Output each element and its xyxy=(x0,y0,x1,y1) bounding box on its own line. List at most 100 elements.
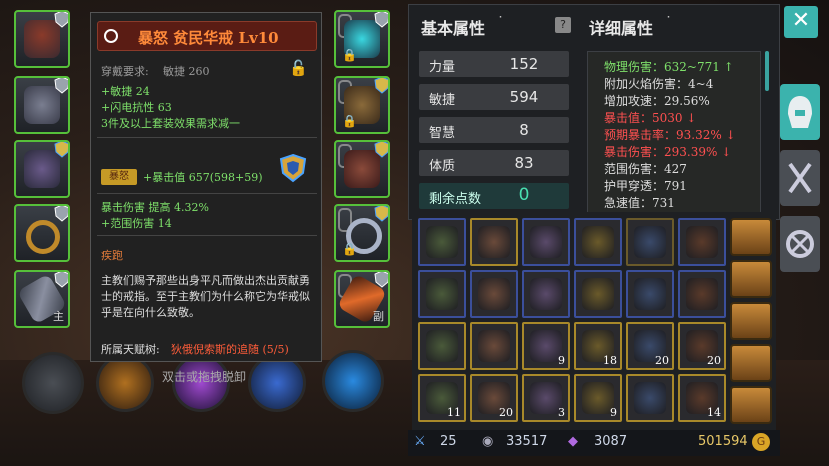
item-count: 9 xyxy=(558,354,565,367)
detail-stat-line: 增加攻速：29.56% xyxy=(604,94,710,108)
detail-scrollbar[interactable] xyxy=(765,51,769,91)
unequip-hint: 双击或拖拽脱卸 xyxy=(162,370,247,384)
inventory-slot[interactable] xyxy=(470,270,518,318)
quality-shield-icon xyxy=(54,12,68,28)
item-count: 9 xyxy=(610,406,617,419)
close-button[interactable]: ✕ xyxy=(784,6,818,38)
inventory-slot[interactable]: 3 xyxy=(522,374,570,422)
tab-skills[interactable] xyxy=(780,216,820,272)
tab-weapons[interactable] xyxy=(780,150,820,206)
bag-chest-5[interactable] xyxy=(730,386,772,424)
tooltip-header: 暴怒 贫民华戒 Lv10 xyxy=(97,21,317,51)
helmet-icon xyxy=(788,96,812,128)
divider xyxy=(97,235,317,236)
inventory-slot[interactable] xyxy=(574,270,622,318)
inventory-slot[interactable] xyxy=(626,374,674,422)
inventory-item-icon xyxy=(634,382,666,414)
inventory-item-icon xyxy=(426,330,458,362)
stat-row-remaining-points: 剩余点数 0 xyxy=(419,183,569,209)
inventory-slot[interactable] xyxy=(626,218,674,266)
detail-stats-list: 物理伤害：632~771 ↑ 附加火焰伤害：4~4 增加攻速：29.56% 暴击值：5… xyxy=(587,51,761,213)
equip-slot-ring[interactable] xyxy=(14,204,70,262)
equip-slot-ring-2[interactable]: 🔒 xyxy=(334,204,390,262)
bag-chest-2[interactable] xyxy=(730,260,772,298)
item-name: 暴怒 贫民华戒 Lv10 xyxy=(138,29,279,47)
inventory-slot[interactable] xyxy=(522,270,570,318)
bonus-line: 3件及以上套装效果需求减一 xyxy=(101,117,240,130)
item-count: 20 xyxy=(499,406,513,419)
inventory-slot[interactable]: 11 xyxy=(418,374,466,422)
skill-name: 疾跑 xyxy=(101,249,123,262)
inventory-grid: 9 18 20 20 11 20 3 9 14 xyxy=(412,212,776,430)
inventory-item-icon xyxy=(426,226,458,258)
quality-shield-icon xyxy=(54,272,68,288)
inventory-slot[interactable]: 9 xyxy=(574,374,622,422)
inventory-slot[interactable] xyxy=(626,270,674,318)
tab-equipment[interactable] xyxy=(780,84,820,140)
stat-value: 83 xyxy=(514,154,534,172)
unlock-icon[interactable]: 🔓 xyxy=(289,59,308,77)
inventory-slot[interactable]: 18 xyxy=(574,322,622,370)
skill-slot-3[interactable] xyxy=(248,354,306,412)
quality-shield-icon xyxy=(374,142,388,158)
detail-stat-line: 附加火焰伤害：4~4 xyxy=(604,77,714,91)
detail-stat-line: 暴击伤害：293.39% ↓ xyxy=(604,145,732,159)
lock-icon: 🔒 xyxy=(342,48,357,62)
equip-slot-main-weapon[interactable]: 主 xyxy=(14,270,70,328)
ring-type-icon xyxy=(104,29,118,43)
equip-slot-gloves[interactable]: 🔒 xyxy=(334,76,390,134)
inventory-item-icon xyxy=(478,278,510,310)
basic-stats-title: 基本属性 xyxy=(421,19,486,38)
quality-shield-icon xyxy=(374,12,388,28)
skill-slot-1[interactable] xyxy=(96,354,154,412)
equip-slot-armor[interactable] xyxy=(14,76,70,134)
bag-chest-1[interactable] xyxy=(730,218,772,256)
inventory-slot[interactable] xyxy=(470,218,518,266)
gem-blue-count: 25 xyxy=(440,434,457,449)
affix-line: 暴击伤害 提高 4.32% xyxy=(101,201,209,214)
item-count: 20 xyxy=(707,354,721,367)
inventory-slot[interactable] xyxy=(470,322,518,370)
quality-shield-icon xyxy=(54,78,68,94)
skill-slot-4[interactable] xyxy=(322,350,384,412)
inventory-slot[interactable]: 20 xyxy=(678,322,726,370)
dropdown-caret-icon[interactable]: ˙ xyxy=(665,15,672,31)
inventory-slot[interactable]: 20 xyxy=(470,374,518,422)
equip-slot-boots[interactable] xyxy=(334,140,390,198)
inventory-slot[interactable] xyxy=(418,322,466,370)
inventory-slot[interactable]: 14 xyxy=(678,374,726,422)
bag-chest-4[interactable] xyxy=(730,344,772,382)
detail-stat-line: 物理伤害：632~771 ↑ xyxy=(604,60,734,74)
inventory-slot[interactable] xyxy=(418,270,466,318)
remaining-label: 剩余点数 xyxy=(429,192,482,207)
inventory-slot[interactable] xyxy=(574,218,622,266)
item-count: 20 xyxy=(655,354,669,367)
stat-row-agility: 敏捷 594 xyxy=(419,84,569,110)
equip-slot-amulet[interactable]: 🔒 xyxy=(334,10,390,68)
item-count: 14 xyxy=(707,406,721,419)
help-icon[interactable]: ? xyxy=(555,17,571,33)
crystal-icon: ◆ xyxy=(568,434,578,449)
basic-attack-button[interactable] xyxy=(22,352,84,414)
quality-shield-icon xyxy=(54,206,68,222)
equip-slot-helmet[interactable] xyxy=(14,10,70,68)
inventory-slot[interactable] xyxy=(418,218,466,266)
bag-chest-3[interactable] xyxy=(730,302,772,340)
dropdown-caret-icon[interactable]: ˙ xyxy=(497,15,504,31)
inventory-slot[interactable] xyxy=(522,218,570,266)
detail-stat-line: 急速值：731 xyxy=(604,196,675,210)
inventory-slot[interactable]: 20 xyxy=(626,322,674,370)
equip-slot-offhand[interactable]: 副 xyxy=(334,270,390,328)
gem-blue-icon: ⚔ xyxy=(414,434,426,449)
inventory-item-icon xyxy=(634,278,666,310)
inventory-item-icon xyxy=(634,226,666,258)
inventory-slot[interactable] xyxy=(678,218,726,266)
set-bonus: +暴击值 657(598+59) xyxy=(143,171,263,184)
equip-slot-legs[interactable] xyxy=(14,140,70,198)
inventory-slot[interactable] xyxy=(678,270,726,318)
stat-label: 力量 xyxy=(429,60,456,75)
inventory-slot[interactable]: 9 xyxy=(522,322,570,370)
set-badge: 暴怒 xyxy=(101,169,137,185)
crossed-swords-icon xyxy=(788,162,812,194)
ring-item-icon xyxy=(26,220,60,254)
